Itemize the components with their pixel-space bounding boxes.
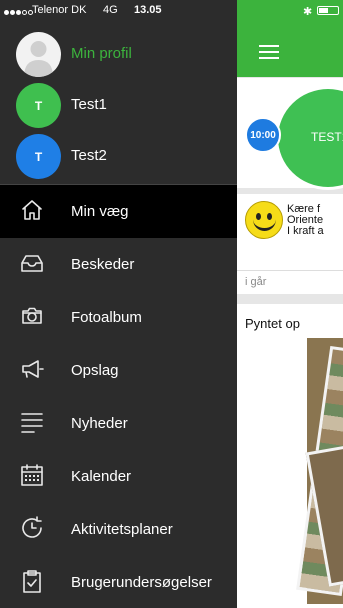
navigation-drawer: Telenor DK 4G 13.05 Min profil T Test1 T…	[0, 0, 237, 608]
menu-item-beskeder[interactable]: Beskeder	[0, 238, 237, 291]
menu-item-label: Aktivitetsplaner	[71, 521, 173, 538]
clock-arrow-icon	[20, 516, 44, 540]
message-preview: Kære f Oriente I kraft a	[287, 204, 324, 237]
smiley-icon	[245, 201, 283, 239]
status-bar: Telenor DK 4G 13.05	[0, 0, 237, 20]
main-content: ✱ TEST1 10:00 Kære f Oriente I kraft a i…	[237, 0, 343, 608]
menu-item-brugerundersoegelser[interactable]: Brugerundersøgelser	[0, 556, 237, 608]
menu-item-label: Opslag	[71, 362, 119, 379]
network-type: 4G	[103, 4, 118, 16]
menu-item-label: Nyheder	[71, 415, 128, 432]
app-header: ✱	[237, 0, 343, 77]
clipboard-check-icon	[20, 569, 44, 593]
message-line: I kraft a	[287, 225, 324, 237]
profile-name: Test1	[71, 96, 107, 113]
menu-item-label: Min væg	[71, 203, 129, 220]
menu-item-label: Kalender	[71, 468, 132, 485]
menu-item-fotoalbum[interactable]: Fotoalbum	[0, 291, 237, 344]
avatar: T	[16, 134, 61, 179]
post-title: Pyntet op	[245, 316, 300, 331]
profile-item-test1[interactable]: T Test1	[0, 80, 237, 130]
menu-item-min-vaeg[interactable]: Min væg	[0, 185, 237, 238]
signal-strength-icon	[4, 6, 34, 18]
hamburger-menu-icon[interactable]	[259, 45, 279, 59]
drawer-menu: Min væg Beskeder Fotoalbum Opslag Nyhede	[0, 185, 237, 608]
menu-item-aktivitetsplaner[interactable]: Aktivitetsplaner	[0, 503, 237, 556]
profile-item-test2[interactable]: T Test2	[0, 131, 237, 181]
menu-item-opslag[interactable]: Opslag	[0, 344, 237, 397]
inbox-icon	[20, 251, 44, 275]
megaphone-icon	[20, 357, 44, 381]
event-label: TEST1	[311, 130, 343, 144]
menu-item-label: Brugerundersøgelser	[71, 574, 212, 591]
menu-item-kalender[interactable]: Kalender	[0, 450, 237, 503]
profile-name: Min profil	[71, 45, 132, 62]
menu-item-nyheder[interactable]: Nyheder	[0, 397, 237, 450]
bluetooth-icon: ✱	[303, 5, 313, 18]
menu-item-label: Beskeder	[71, 256, 135, 273]
photo-thumbnail[interactable]	[307, 338, 343, 604]
user-avatar-icon	[16, 32, 61, 77]
lines-icon	[20, 410, 44, 434]
camera-icon	[20, 304, 44, 328]
status-time: 13.05	[134, 4, 162, 16]
message-date: i går	[245, 276, 267, 288]
event-time-badge: 10:00	[245, 117, 281, 153]
home-icon	[20, 198, 44, 222]
calendar-icon	[20, 463, 44, 487]
profile-name: Test2	[71, 147, 107, 164]
avatar: T	[16, 83, 61, 128]
carrier-name: Telenor DK	[32, 4, 87, 16]
divider	[237, 270, 343, 271]
menu-item-label: Fotoalbum	[71, 309, 142, 326]
battery-icon	[317, 6, 339, 15]
profile-item-min-profil[interactable]: Min profil	[0, 29, 237, 79]
